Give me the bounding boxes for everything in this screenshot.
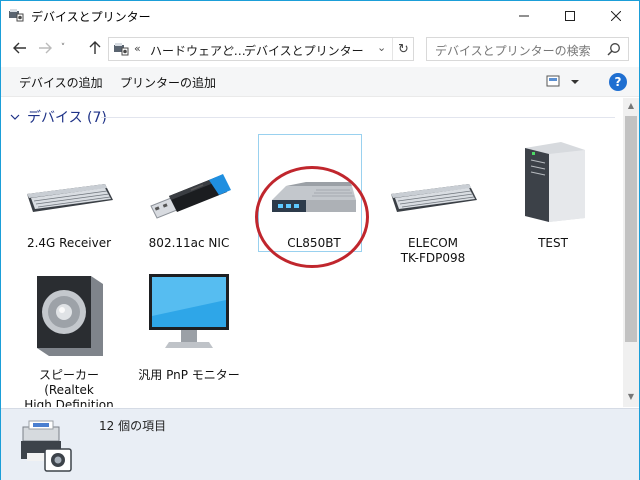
- item-count: 12 個の項目: [99, 419, 167, 433]
- search-placeholder: デバイスとプリンターの検索: [435, 44, 591, 58]
- device-label: TEST: [538, 236, 568, 250]
- explorer-window: デバイスとプリンター ˅ « ハードウェアと… › デバイスとプリンター ⌄ ↻…: [0, 0, 640, 480]
- maximize-button[interactable]: [547, 1, 593, 31]
- address-bar[interactable]: « ハードウェアと… › デバイスとプリンター ⌄ ↻: [108, 37, 414, 61]
- device-item[interactable]: ELECOM TK-FDP098: [381, 138, 485, 266]
- device-item[interactable]: 汎用 PnP モニター: [137, 270, 241, 383]
- device-list: デバイス (7) 2.4G Receiver 802.11ac NIC CL85…: [1, 98, 623, 407]
- keyboard-icon: [27, 184, 113, 212]
- back-button[interactable]: [9, 37, 31, 59]
- keyboard-icon: [391, 184, 477, 212]
- device-label: CL850BT: [287, 236, 341, 250]
- help-icon: ?: [614, 75, 622, 89]
- chevron-right-icon[interactable]: ›: [230, 41, 234, 54]
- view-options-icon[interactable]: [546, 74, 580, 90]
- device-item[interactable]: TEST: [501, 138, 605, 251]
- add-printer-button[interactable]: プリンターの追加: [120, 74, 216, 91]
- close-button[interactable]: [593, 1, 639, 31]
- arrow-up-icon: [89, 41, 101, 54]
- device-item[interactable]: スピーカー (Realtek High Definition Audio): [17, 270, 121, 407]
- command-bar: デバイスの追加 プリンターの追加 ?: [1, 67, 639, 97]
- breadcrumb-devices-printers[interactable]: デバイスとプリンター: [244, 42, 364, 59]
- up-button[interactable]: [84, 37, 106, 59]
- scrollbar-thumb[interactable]: [625, 116, 637, 342]
- device-label: ELECOM TK-FDP098: [400, 236, 466, 265]
- group-title: デバイス (7): [27, 110, 107, 126]
- refresh-icon: ↻: [398, 41, 409, 57]
- navigation-bar: ˅ « ハードウェアと… › デバイスとプリンター ⌄ ↻ デバイスとプリンター…: [1, 35, 639, 63]
- usb-dongle-icon: [150, 174, 231, 219]
- title-bar: デバイスとプリンター: [1, 1, 639, 31]
- breadcrumb-overflow[interactable]: «: [134, 42, 141, 55]
- devices-printers-icon: [21, 420, 72, 472]
- forward-button[interactable]: [34, 37, 56, 59]
- devices-printers-icon: [9, 9, 24, 22]
- device-label: スピーカー (Realtek High Definition Audio): [24, 368, 114, 407]
- monitor-icon: [149, 274, 229, 348]
- arrow-right-icon: [39, 42, 52, 54]
- speaker-icon: [37, 276, 103, 356]
- computer-tower-icon: [525, 142, 585, 222]
- close-icon: [611, 11, 621, 21]
- group-divider: [101, 117, 615, 118]
- arrow-left-icon: [13, 42, 26, 54]
- chevron-down-icon: [10, 114, 20, 120]
- recent-locations-button[interactable]: ˅: [56, 37, 70, 59]
- window-title: デバイスとプリンター: [31, 10, 151, 24]
- search-icon[interactable]: [607, 42, 621, 56]
- device-item[interactable]: 802.11ac NIC: [137, 138, 241, 251]
- maximize-icon: [565, 11, 575, 21]
- group-header-devices[interactable]: デバイス (7): [9, 107, 107, 127]
- device-label: 汎用 PnP モニター: [138, 368, 240, 382]
- devices-printers-icon: [114, 43, 129, 56]
- device-label: 802.11ac NIC: [148, 236, 230, 250]
- device-item-selected[interactable]: CL850BT: [258, 134, 366, 252]
- scroll-up-icon[interactable]: ▲: [623, 98, 639, 114]
- device-label: 2.4G Receiver: [26, 236, 112, 250]
- add-device-button[interactable]: デバイスの追加: [19, 74, 103, 91]
- refresh-button[interactable]: ↻: [392, 38, 414, 60]
- device-item[interactable]: 2.4G Receiver: [17, 138, 121, 251]
- minimize-button[interactable]: [501, 1, 547, 31]
- minimize-icon: [519, 15, 529, 17]
- vertical-scrollbar[interactable]: ▲ ▼: [623, 98, 639, 407]
- router-device-icon: [272, 182, 356, 212]
- chevron-down-icon[interactable]: ⌄: [377, 41, 386, 54]
- help-button[interactable]: ?: [609, 73, 627, 91]
- details-pane: 12 個の項目: [1, 408, 639, 480]
- scroll-down-icon[interactable]: ▼: [623, 389, 639, 405]
- search-input[interactable]: デバイスとプリンターの検索: [426, 37, 629, 61]
